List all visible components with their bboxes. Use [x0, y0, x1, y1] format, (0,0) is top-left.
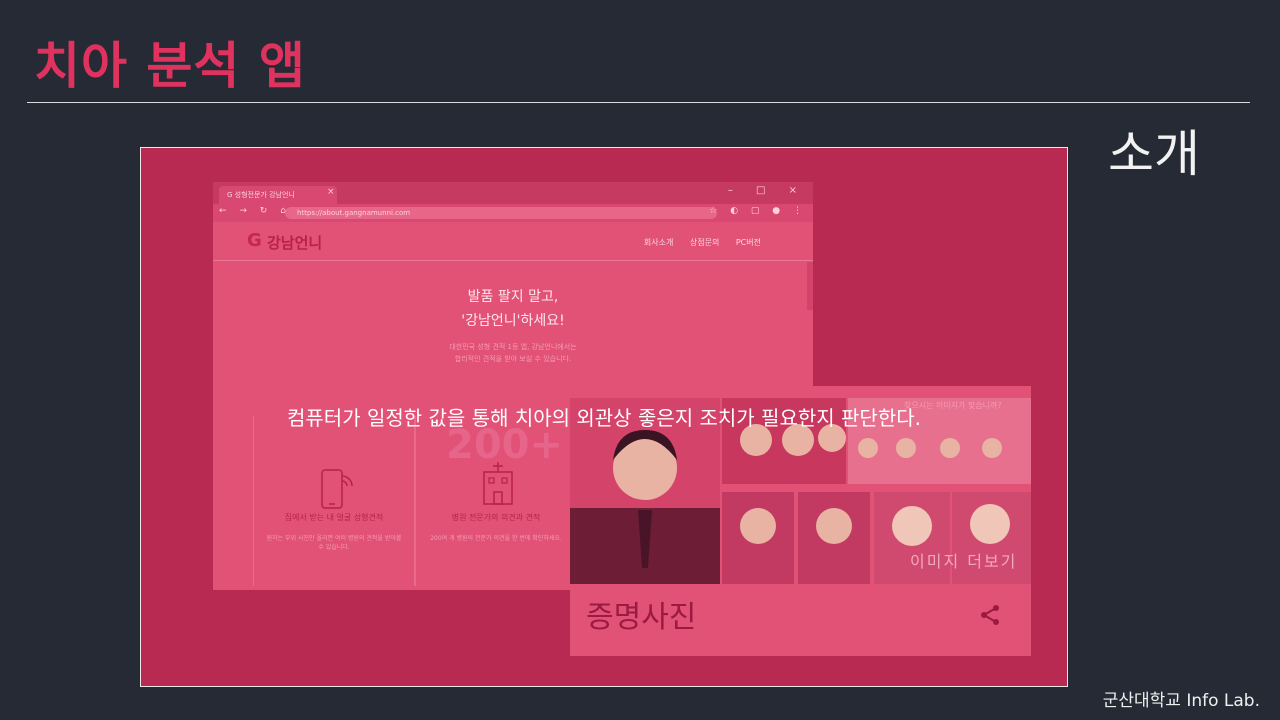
- window-controls[interactable]: – □ ×: [728, 185, 807, 196]
- feature-card-home: 집에서 받는 내 얼굴 성형견적 원하는 부위 사진만 올리면 여러 병원의 견…: [253, 416, 415, 586]
- site-menu: 회사소개 상점문의 PC버전: [644, 237, 761, 248]
- phone-wifi-icon: [321, 469, 353, 509]
- feature-caption: 병원 전문가의 의견과 견적: [451, 513, 541, 522]
- menu-item-company[interactable]: 회사소개: [644, 238, 673, 247]
- image-caption: 증명사진: [586, 600, 697, 635]
- description-overlay: 컴퓨터가 일정한 값을 통해 치아의 외관상 좋은지 조치가 필요한지 판단한다…: [287, 406, 921, 430]
- browser-tabbar: G 성형전문가 강남언니 × – □ ×: [213, 182, 813, 204]
- nav-arrows-icon[interactable]: ← → ↻ ⌂: [219, 206, 291, 216]
- more-images-link[interactable]: 이미지 더보기: [910, 548, 1017, 572]
- section-label: 소개: [1108, 125, 1200, 183]
- browser-tab[interactable]: G 성형전문가 강남언니: [219, 186, 337, 204]
- feature-card-hospital: 200+ 병원 전문가의 의견과 견적 200여 개 병원의 전문가 의견을 한…: [415, 416, 577, 586]
- address-bar: ← → ↻ ⌂ https://about.gangnamunni.com ☆ …: [213, 204, 813, 222]
- feature-desc: 200여 개 병원의 전문가 의견을 한 번에 확인하세요.: [430, 535, 562, 542]
- menu-item-pc[interactable]: PC버전: [736, 238, 761, 247]
- title-divider: [27, 102, 1250, 103]
- share-icon[interactable]: [979, 604, 1001, 626]
- browser-tools-icon[interactable]: ☆ ◐ ▢ ● ⋮: [709, 206, 807, 216]
- hero-subtext-1: 대한민국 성형 견적 1등 앱, 강남언니에서는: [449, 343, 577, 351]
- site-header: G 강남언니 회사소개 상점문의 PC버전: [213, 222, 813, 261]
- url-input[interactable]: https://about.gangnamunni.com: [285, 207, 717, 219]
- feature-caption: 집에서 받는 내 얼굴 성형견적: [284, 513, 384, 522]
- tab-close-icon[interactable]: ×: [327, 187, 335, 197]
- hero-subtext-2: 합리적인 견적을 받아 보실 수 있습니다.: [454, 355, 572, 363]
- screenshot-frame: G 성형전문가 강남언니 × – □ × ← → ↻ ⌂ https://abo…: [140, 147, 1068, 687]
- footer-credit: 군산대학교 Info Lab.: [1102, 691, 1260, 711]
- hero-headline-2: '강남언니'하세요!: [461, 313, 565, 329]
- slide-title: 치아 분석 앱: [34, 37, 306, 95]
- site-logo[interactable]: 강남언니: [267, 232, 322, 253]
- site-logo-icon[interactable]: G: [247, 230, 262, 251]
- hero-headline-1: 발품 팔지 말고,: [467, 289, 559, 305]
- hospital-icon: [483, 462, 513, 505]
- menu-item-inquiry[interactable]: 상점문의: [690, 238, 719, 247]
- feature-desc: 원하는 부위 사진만 올리면 여러 병원의 견적을 받아볼 수 있습니다.: [266, 535, 402, 551]
